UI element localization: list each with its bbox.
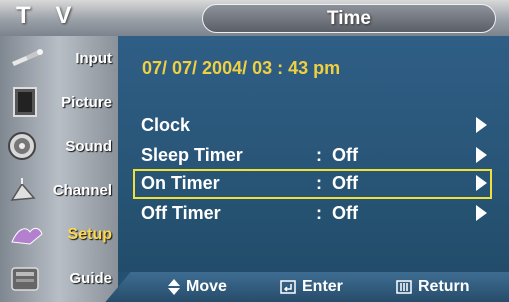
sidebar-item-picture[interactable]: Picture — [0, 82, 118, 126]
sidebar-item-channel[interactable]: Channel — [0, 170, 118, 214]
setup-icon — [11, 227, 43, 245]
sidebar-item-label: Sound — [65, 138, 112, 155]
current-datetime: 07/ 07/ 2004/ 03 : 43 pm — [142, 58, 341, 78]
button-hint-bar: Move Enter Return — [160, 272, 509, 302]
move-hint: Move — [168, 278, 227, 296]
move-hint-label: Move — [186, 278, 227, 295]
sidebar-item-label: Picture — [61, 94, 112, 111]
row-value: : Off — [316, 145, 358, 165]
title-bar: T V Time — [0, 0, 509, 36]
return-hint-label: Return — [418, 278, 470, 295]
chevron-right-icon — [476, 175, 487, 191]
sidebar-item-label: Guide — [69, 270, 112, 287]
input-icon — [12, 49, 43, 66]
enter-icon — [280, 280, 296, 294]
row-label: Off Timer — [141, 203, 221, 223]
menu-title-pill: Time — [202, 4, 496, 33]
channel-icon — [10, 178, 36, 201]
sidebar-item-label: Channel — [52, 182, 112, 199]
sidebar-item-input[interactable]: Input — [0, 38, 118, 82]
menu-row-clock[interactable]: Clock — [134, 112, 491, 140]
menu-icon — [396, 280, 412, 294]
sidebar-item-guide[interactable]: Guide — [0, 258, 118, 302]
sidebar-item-setup[interactable]: Setup — [0, 214, 118, 258]
picture-icon — [13, 87, 37, 117]
return-hint: Return — [396, 278, 470, 296]
time-menu-panel: 07/ 07/ 2004/ 03 : 43 pm Clock Sleep Tim… — [118, 36, 509, 272]
row-label: On Timer — [141, 173, 220, 193]
enter-hint-label: Enter — [302, 278, 343, 295]
sound-icon — [8, 132, 36, 160]
menu-title: Time — [326, 8, 371, 29]
row-value: : Off — [316, 173, 358, 193]
chevron-right-icon — [476, 117, 487, 133]
menu-row-sleep-timer[interactable]: Sleep Timer : Off — [134, 142, 491, 170]
sidebar-item-sound[interactable]: Sound — [0, 126, 118, 170]
row-label: Clock — [141, 115, 191, 135]
row-label: Sleep Timer — [141, 145, 243, 165]
chevron-right-icon — [476, 147, 487, 163]
tv-label: T V — [16, 2, 81, 29]
enter-hint: Enter — [280, 278, 343, 296]
sidebar-item-label: Setup — [67, 226, 112, 243]
menu-row-off-timer[interactable]: Off Timer : Off — [134, 200, 491, 228]
row-value: : Off — [316, 203, 358, 223]
chevron-right-icon — [476, 205, 487, 221]
updown-arrow-icon — [168, 279, 180, 295]
menu-row-on-timer[interactable]: On Timer : Off — [133, 169, 492, 199]
sidebar: Input Picture Sound Channel Setup Guide — [0, 36, 118, 302]
tv-osd-screen: T V Time Input Picture Sound Channel Set… — [0, 0, 509, 302]
guide-icon — [11, 267, 39, 291]
sidebar-item-label: Input — [75, 50, 112, 67]
